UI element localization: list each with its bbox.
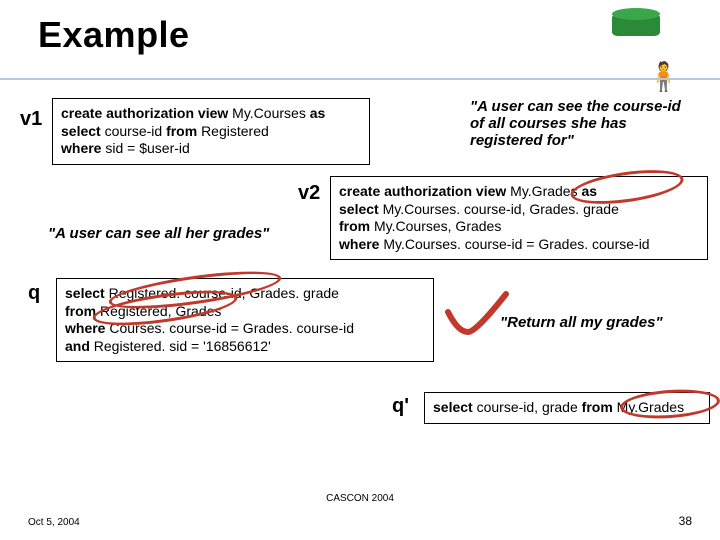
box-qprime: select course-id, grade from My.Grades [424,392,710,424]
v1-line2: select course-id from Registered [61,123,361,141]
footer-date: Oct 5, 2004 [28,517,80,528]
v2-line1: create authorization view My.Grades as [339,183,699,201]
label-qprime: q' [392,395,409,418]
box-v2: create authorization view My.Grades as s… [330,176,708,260]
label-v1: v1 [20,108,42,131]
box-q: select Registered. course-id, Grades. gr… [56,278,434,362]
v2-line3: from My.Courses, Grades [339,218,699,236]
qprime-text: select course-id, grade from My.Grades [433,399,684,415]
q-line3: where Courses. course-id = Grades. cours… [65,320,425,338]
footer-page: 38 [679,514,692,528]
v1-line3: where sid = $user-id [61,140,361,158]
caption-v1: "A user can see the course-id of all cou… [470,98,690,149]
box-v1: create authorization view My.Courses as … [52,98,370,165]
page-title: Example [38,14,190,56]
footer-venue: CASCON 2004 [0,493,720,504]
v2-line2: select My.Courses. course-id, Grades. gr… [339,201,699,219]
v1-line1: create authorization view My.Courses as [61,105,361,123]
q-line2: from Registered, Grades [65,303,425,321]
q-line1: select Registered. course-id, Grades. gr… [65,285,425,303]
label-q: q [28,282,40,305]
database-icon [612,8,660,42]
label-v2: v2 [298,182,320,205]
title-underline [0,78,720,80]
caption-v2: "A user can see all her grades" [48,225,308,242]
caption-q: "Return all my grades" [500,314,663,331]
v2-line4: where My.Courses. course-id = Grades. co… [339,236,699,254]
q-line4: and Registered. sid = '16856612' [65,338,425,356]
